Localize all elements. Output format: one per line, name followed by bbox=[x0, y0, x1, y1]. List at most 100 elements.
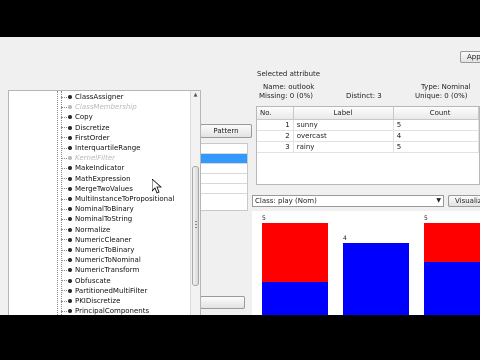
attribute-list[interactable] bbox=[200, 143, 248, 211]
filter-menu-item[interactable]: MakeIndicator bbox=[61, 163, 124, 173]
leaf-node-icon bbox=[68, 237, 72, 242]
tree-connector bbox=[61, 269, 67, 271]
filter-menu-item[interactable]: ClassMembership bbox=[61, 102, 137, 112]
attribute-row-selected[interactable] bbox=[201, 154, 247, 164]
filter-menu-item[interactable]: NominalToString bbox=[61, 214, 132, 224]
unique-line: Unique: 0 (0%) bbox=[415, 92, 468, 100]
filter-menu-item-label: NumericToBinary bbox=[75, 246, 135, 254]
attribute-row[interactable] bbox=[201, 164, 247, 174]
table-row[interactable]: 1 sunny 5 bbox=[257, 120, 480, 131]
filter-menu-item[interactable]: MathExpression bbox=[61, 174, 131, 184]
filter-menu-item[interactable]: KernelFilter bbox=[61, 153, 115, 163]
filter-menu-item[interactable]: Normalize bbox=[61, 225, 110, 235]
grip-icon bbox=[195, 224, 197, 226]
pattern-button[interactable]: Pattern bbox=[200, 124, 252, 138]
leaf-node-icon bbox=[68, 309, 72, 314]
bar-segment bbox=[424, 222, 480, 263]
leaf-node-icon bbox=[68, 197, 72, 201]
table-row[interactable]: 3 rainy 5 bbox=[257, 142, 480, 153]
leaf-node-icon bbox=[68, 95, 72, 99]
tree-connector bbox=[61, 188, 67, 190]
tree-connector bbox=[61, 229, 67, 231]
visualize-all-button[interactable]: Visualiz bbox=[448, 195, 480, 207]
class-distribution-chart: 5 4 5 bbox=[252, 211, 480, 315]
tree-connector bbox=[61, 249, 67, 251]
filter-menu-item[interactable]: MultiInstanceToPropositional bbox=[61, 194, 174, 204]
scrollbar-thumb[interactable] bbox=[192, 166, 199, 286]
unique-value: 0 (0%) bbox=[444, 92, 468, 100]
class-dropdown-value: Class: play (Nom) bbox=[255, 197, 317, 205]
cell-count: 4 bbox=[394, 131, 480, 141]
leaf-node-icon bbox=[68, 288, 72, 293]
column-header-label[interactable]: Label bbox=[294, 107, 394, 119]
filter-menu-item-label: NumericTransform bbox=[75, 266, 140, 275]
filter-menu-item[interactable]: NumericToBinary bbox=[61, 245, 134, 255]
filter-menu-item-label: Copy bbox=[75, 113, 93, 122]
leaf-node-icon bbox=[68, 125, 72, 130]
selected-attribute-title: Selected attribute bbox=[257, 70, 321, 78]
mouse-cursor-icon bbox=[152, 179, 162, 194]
filter-menu-item-label: PrincipalComponents bbox=[75, 307, 150, 315]
vertical-scrollbar[interactable]: ▲ ▼ bbox=[190, 91, 200, 315]
filter-menu-item[interactable]: FirstOrder bbox=[61, 133, 110, 143]
grip-icon bbox=[195, 221, 197, 223]
cell-no: 1 bbox=[257, 120, 294, 130]
leaf-node-icon bbox=[68, 258, 72, 263]
filter-menu-item-label: InterquartileRange bbox=[75, 144, 141, 152]
filter-menu-item[interactable]: MergeTwoValues bbox=[61, 184, 133, 194]
attribute-row[interactable] bbox=[201, 184, 247, 194]
leaf-node-icon bbox=[68, 217, 72, 222]
filter-menu-item[interactable]: Discretize bbox=[61, 123, 110, 133]
filter-menu-item[interactable]: NumericToNominal bbox=[61, 255, 141, 265]
bar-segment bbox=[343, 242, 409, 315]
leaf-node-icon bbox=[68, 207, 72, 212]
filter-menu-item[interactable]: Obfuscate bbox=[61, 276, 111, 286]
bar-segment bbox=[262, 222, 328, 282]
tree-connector bbox=[61, 259, 67, 261]
grip-icon bbox=[195, 227, 197, 229]
filter-menu-item-label: PartitionedMultiFilter bbox=[75, 286, 148, 295]
attribute-row[interactable] bbox=[201, 144, 247, 154]
filter-menu-item[interactable]: NominalToBinary bbox=[61, 204, 134, 214]
filter-tree-popup[interactable]: ClassAssigner ClassMembership Copy Discreti… bbox=[8, 90, 201, 315]
missing-value: 0 (0%) bbox=[289, 92, 313, 100]
cell-count: 5 bbox=[394, 120, 480, 130]
filter-menu-item-label: NumericToNominal bbox=[75, 256, 141, 265]
filter-menu-item-label: MathExpression bbox=[75, 174, 131, 183]
filter-menu-item-label: ClassMembership bbox=[75, 103, 137, 112]
filter-menu-item[interactable]: InterquartileRange bbox=[61, 143, 140, 153]
filter-menu-item[interactable]: PrincipalComponents bbox=[61, 306, 149, 315]
name-value: outlook bbox=[288, 83, 315, 91]
tree-connector bbox=[61, 178, 67, 180]
name-line: Name: outlook bbox=[263, 83, 315, 91]
filter-menu-item-label: NominalToBinary bbox=[75, 205, 134, 214]
tree-connector bbox=[61, 147, 67, 149]
scroll-up-arrow-icon[interactable]: ▲ bbox=[191, 91, 200, 100]
tree-connector bbox=[61, 290, 67, 292]
filter-menu-item[interactable]: PKIDiscretize bbox=[61, 296, 120, 306]
attribute-row[interactable] bbox=[201, 174, 247, 184]
class-dropdown[interactable]: Class: play (Nom) ▼ bbox=[252, 195, 444, 207]
tree-connector bbox=[61, 137, 67, 139]
tree-connector bbox=[61, 300, 67, 302]
column-header-no[interactable]: No. bbox=[257, 107, 294, 119]
tree-connector bbox=[61, 218, 67, 220]
filter-menu-item[interactable]: ClassAssigner bbox=[61, 92, 124, 102]
remove-button[interactable] bbox=[200, 296, 245, 309]
filter-menu-item[interactable]: Copy bbox=[61, 112, 93, 122]
cell-count: 5 bbox=[394, 142, 480, 152]
leaf-node-icon bbox=[68, 299, 72, 303]
apply-button[interactable]: App bbox=[460, 51, 480, 63]
filter-menu-item[interactable]: NumericTransform bbox=[61, 265, 139, 275]
filter-menu-item[interactable]: PartitionedMultiFilter bbox=[61, 286, 147, 296]
cell-label: sunny bbox=[294, 120, 394, 130]
label-count-table[interactable]: No. Label Count 1 sunny 5 2 overcast 4 3… bbox=[256, 106, 480, 185]
column-header-count[interactable]: Count bbox=[394, 107, 479, 119]
table-row[interactable]: 2 overcast 4 bbox=[257, 131, 480, 142]
filter-menu-item[interactable]: NumericCleaner bbox=[61, 235, 132, 245]
leaf-node-icon bbox=[68, 105, 72, 110]
tree-connector bbox=[61, 239, 67, 241]
leaf-node-icon bbox=[68, 146, 72, 150]
leaf-node-icon bbox=[68, 186, 72, 191]
type-line: Type: Nominal bbox=[421, 83, 471, 91]
